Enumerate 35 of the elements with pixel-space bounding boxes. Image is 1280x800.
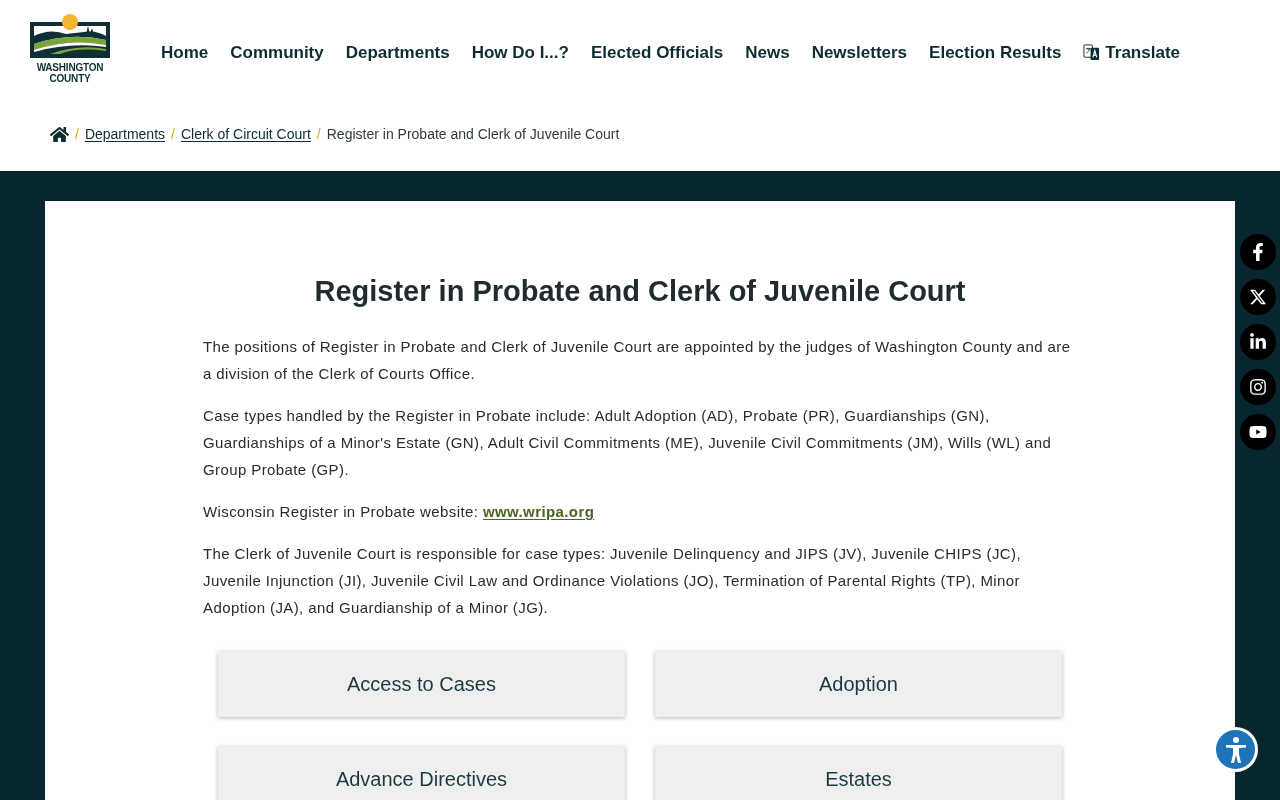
x-logo-icon bbox=[1249, 288, 1267, 306]
home-link[interactable] bbox=[50, 126, 69, 143]
nav-link[interactable]: Community bbox=[230, 40, 324, 66]
home-icon bbox=[50, 126, 69, 143]
section-button[interactable]: Adoption bbox=[655, 651, 1062, 717]
nav-link[interactable]: How Do I...? bbox=[471, 40, 569, 66]
logo-link[interactable]: WASHINGTON COUNTY bbox=[30, 14, 110, 84]
nav-link[interactable]: Elected Officials bbox=[590, 40, 724, 66]
nav-link[interactable]: Newsletters bbox=[811, 40, 908, 66]
section-button[interactable]: Estates bbox=[655, 746, 1062, 800]
body-paragraph: The Clerk of Juvenile Court is responsible for case types: Juvenile Delinquency and JIPS (JV), Juvenile CHIPS (JC), Juvenile Injunction (JI), Juvenile Civil Law and Ordinance Violations (JO), Termination of Parental Rights (TP), Minor Adoption (JA), and Guardianship of a Minor (JG). bbox=[203, 544, 1022, 618]
page-title: Register in Probate and Clerk of Juvenile Court bbox=[313, 274, 967, 309]
breadcrumb-current: Register in Probate and Clerk of Juvenile Court bbox=[326, 125, 620, 144]
website-link[interactable]: www.wripa.org bbox=[482, 503, 595, 520]
section-button[interactable]: Access to Cases bbox=[218, 651, 625, 717]
translate-icon bbox=[1083, 44, 1101, 62]
breadcrumb-separator: / bbox=[316, 125, 321, 144]
nav-link[interactable]: Departments bbox=[345, 40, 450, 66]
youtube-icon bbox=[1249, 423, 1267, 441]
nav-link[interactable]: News bbox=[745, 40, 790, 66]
section-button[interactable]: Advance Directives bbox=[218, 746, 625, 800]
linkedin-icon bbox=[1249, 333, 1267, 351]
breadcrumb-separator: / bbox=[75, 125, 79, 144]
breadcrumb-link[interactable]: Clerk of Circuit Court bbox=[180, 124, 311, 145]
breadcrumb-link[interactable]: Departments bbox=[84, 124, 166, 145]
breadcrumb-separator: / bbox=[171, 125, 175, 144]
body-paragraph: Case types handled by the Register in Probate include: Adult Adoption (AD), Probate (PR), Guardianships (GN), Guardianships of a Minor's Estate (GN), Adult Civil Commitments (ME), Juvenile Civil Commitments (JM), Wills (WL) and Group Probate (GP). bbox=[203, 406, 1053, 480]
nav-link[interactable]: Home bbox=[161, 40, 209, 66]
translate-link[interactable]: Translate bbox=[1083, 40, 1180, 66]
body-paragraph: The positions of Register in Probate and Clerk of Juvenile Court are appointed by the judges of Washington County and are a division of the Clerk of Courts Office. bbox=[203, 337, 1072, 384]
instagram-icon bbox=[1249, 378, 1267, 396]
accessibility-icon bbox=[1223, 735, 1248, 764]
nav-link[interactable]: Election Results bbox=[929, 40, 1062, 66]
landscape-logo-icon bbox=[30, 14, 110, 58]
body-paragraph: Wisconsin Register in Probate website: www.wripa.org bbox=[203, 502, 596, 522]
